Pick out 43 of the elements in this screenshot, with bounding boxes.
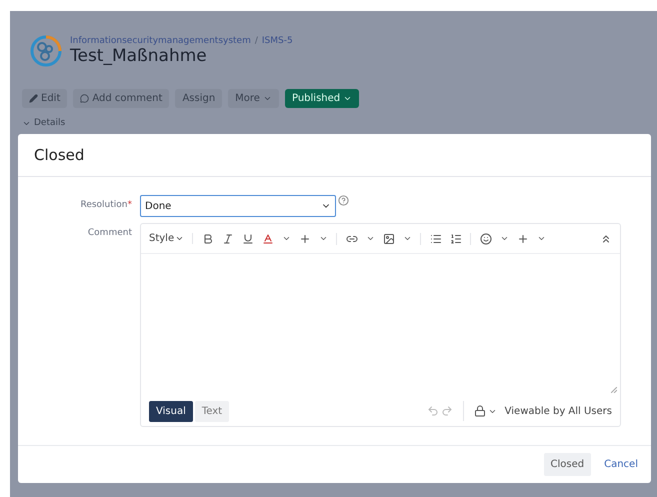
comment-icon (80, 94, 90, 103)
comment-editor[interactable]: Style Visual Text Viewable by All Users (140, 223, 621, 427)
pencil-icon (29, 94, 38, 103)
help-icon[interactable] (338, 195, 349, 206)
underline-icon[interactable] (242, 232, 254, 244)
collapse-icon[interactable] (600, 232, 612, 244)
lock-icon[interactable] (474, 405, 486, 417)
cancel-link[interactable]: Cancel (597, 453, 645, 476)
logo-icon (30, 35, 62, 67)
text-color-icon[interactable] (262, 232, 274, 244)
field-label: Resolution* (79, 199, 132, 210)
caret-icon[interactable] (537, 234, 546, 243)
caret-icon[interactable] (403, 234, 412, 243)
editor-mode-tab[interactable]: Visual (149, 400, 193, 422)
numbered-list-icon[interactable] (450, 232, 462, 244)
caret-icon[interactable] (282, 234, 292, 243)
action-button[interactable]: Add comment (73, 89, 170, 108)
caret-icon (175, 234, 184, 243)
details-toggle[interactable]: Details (22, 118, 657, 128)
caret-icon[interactable] (319, 234, 328, 243)
caret-icon (343, 94, 352, 103)
dialog-title: Closed (34, 146, 86, 164)
bold-icon[interactable] (202, 232, 214, 244)
editor-mode-tab[interactable]: Text (194, 400, 230, 422)
caret-icon (262, 94, 272, 103)
resize-handle-icon[interactable] (611, 387, 617, 393)
caret-icon[interactable] (500, 234, 510, 243)
image-icon[interactable] (383, 232, 396, 244)
caret-icon[interactable] (366, 234, 376, 243)
insert-icon[interactable] (517, 232, 530, 244)
emoji-icon[interactable] (480, 232, 492, 244)
field-label: Comment (86, 227, 132, 238)
breadcrumb-separator: / (254, 36, 258, 46)
visibility-label[interactable]: Viewable by All Users (504, 406, 612, 416)
resolution-select[interactable]: Done (140, 195, 336, 217)
italic-icon[interactable] (222, 232, 234, 244)
action-button[interactable]: Edit (22, 89, 68, 108)
status-button[interactable]: Published (284, 89, 360, 108)
submit-button[interactable]: Closed (544, 453, 592, 476)
issue-title: Test_Maßnahme (70, 46, 208, 66)
action-button[interactable]: Assign (175, 89, 222, 108)
action-button[interactable]: More (228, 89, 279, 108)
style-dropdown[interactable]: Style (149, 233, 184, 244)
